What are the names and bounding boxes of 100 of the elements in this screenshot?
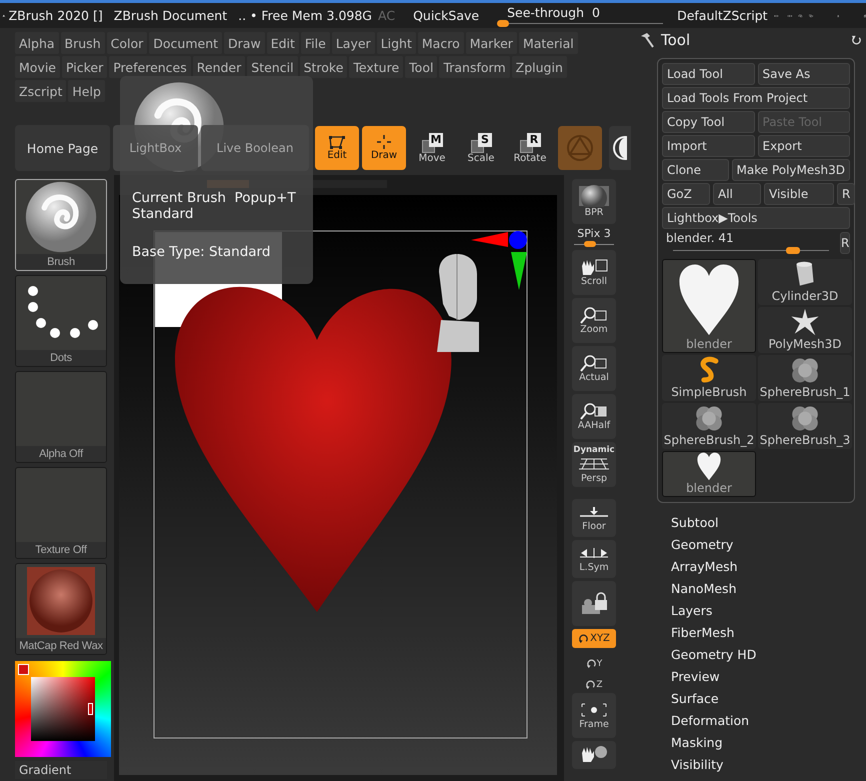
tool-button[interactable]: Load Tool bbox=[662, 63, 754, 85]
toolbar-button[interactable]: Live Boolean bbox=[201, 125, 309, 171]
section-item[interactable]: Geometry bbox=[671, 533, 866, 555]
brush-thumbnail[interactable]: Brush bbox=[15, 179, 107, 271]
menu-item[interactable]: File bbox=[300, 32, 330, 54]
tool-thumbnail[interactable]: PolyMesh3D bbox=[758, 307, 852, 353]
section-item[interactable]: Deformation bbox=[671, 709, 866, 731]
scroll-button[interactable]: Scroll bbox=[572, 250, 616, 295]
reset-button[interactable]: R bbox=[840, 232, 850, 254]
actual-button[interactable]: Actual bbox=[572, 346, 616, 391]
menu-item[interactable]: Preferences bbox=[109, 56, 191, 78]
menu-item[interactable]: Material bbox=[518, 32, 578, 54]
dots-thumbnail[interactable]: Dots bbox=[15, 275, 107, 367]
slider-thumb[interactable] bbox=[584, 241, 596, 247]
axis-rotate-button[interactable]: Z bbox=[585, 672, 603, 690]
section-item[interactable]: Layers bbox=[671, 599, 866, 621]
section-item[interactable]: NanoMesh bbox=[671, 577, 866, 599]
menu-item[interactable]: Color bbox=[106, 32, 148, 54]
menu-item[interactable]: Zscript bbox=[15, 80, 66, 102]
section-item[interactable]: Preview bbox=[671, 665, 866, 687]
slider-thumb[interactable] bbox=[497, 20, 510, 26]
picker-cursor[interactable] bbox=[88, 703, 93, 715]
menu-item[interactable]: Layer bbox=[332, 32, 375, 54]
tool-thumbnail[interactable]: SimpleBrush bbox=[662, 355, 756, 401]
matcap-thumbnail[interactable]: MatCap Red Wax bbox=[15, 563, 107, 655]
menu-item[interactable]: Texture bbox=[349, 56, 404, 78]
menu-item[interactable]: Transform bbox=[439, 56, 510, 78]
menu-item[interactable]: Help bbox=[68, 80, 105, 102]
menu-item[interactable]: Movie bbox=[15, 56, 60, 78]
tool-thumbnail[interactable]: blender bbox=[662, 451, 756, 497]
heart-model[interactable] bbox=[175, 286, 452, 612]
section-item[interactable]: Geometry HD bbox=[671, 643, 866, 665]
tool-button[interactable]: Import bbox=[662, 135, 754, 157]
tool-thumbnail[interactable]: SphereBrush_3 bbox=[758, 403, 852, 449]
menu-item[interactable]: Alpha bbox=[15, 32, 59, 54]
zoom-button[interactable]: Zoom bbox=[572, 298, 616, 343]
empty-thumbnail[interactable]: Texture Off bbox=[15, 467, 107, 559]
menu-item[interactable]: Brush bbox=[60, 32, 105, 54]
head-model[interactable] bbox=[437, 254, 479, 352]
tool-thumbnail[interactable]: blender bbox=[662, 259, 756, 353]
home-page-button[interactable]: Home Page bbox=[15, 125, 110, 171]
tool-thumbnail[interactable]: Cylinder3D bbox=[758, 259, 852, 305]
tool-button[interactable]: Save As bbox=[758, 63, 850, 85]
tool-button[interactable]: Lightbox▶Tools bbox=[662, 207, 850, 229]
menu-item[interactable]: Tool bbox=[405, 56, 438, 78]
script-button[interactable]: DefaultZScript bbox=[677, 8, 768, 23]
section-item[interactable]: Visibility bbox=[671, 753, 866, 775]
refresh-icon[interactable] bbox=[851, 34, 862, 46]
transform-button[interactable]: S Scale bbox=[458, 126, 504, 170]
tool-button[interactable]: All bbox=[713, 183, 761, 205]
tool-thumbnail[interactable]: SphereBrush_2 bbox=[662, 403, 756, 449]
lsym-button[interactable]: L.Sym bbox=[572, 540, 616, 578]
color-swatch[interactable] bbox=[18, 664, 29, 675]
tool-button[interactable]: Make PolyMesh3D bbox=[732, 159, 850, 181]
toolbar-button[interactable]: LightBox bbox=[113, 125, 198, 171]
section-item[interactable]: FiberMesh bbox=[671, 621, 866, 643]
xyz-rotate-button[interactable]: XYZ bbox=[572, 629, 616, 648]
menu-item[interactable]: Picker bbox=[62, 56, 108, 78]
tool-button[interactable]: Clone bbox=[662, 159, 729, 181]
tool-button[interactable]: Copy Tool bbox=[662, 111, 754, 133]
empty-thumbnail[interactable]: Alpha Off bbox=[15, 371, 107, 463]
section-item[interactable]: Masking bbox=[671, 731, 866, 753]
menu-item[interactable]: Render bbox=[192, 56, 246, 78]
section-item[interactable]: Surface bbox=[671, 687, 866, 709]
transform-button[interactable]: R Rotate bbox=[507, 126, 553, 170]
slider-thumb[interactable] bbox=[786, 247, 800, 254]
quicksave-button[interactable]: QuickSave bbox=[413, 8, 480, 23]
axis-rotate-button[interactable]: Y bbox=[586, 651, 602, 669]
frame-button[interactable]: Frame bbox=[572, 693, 616, 738]
menu-item[interactable]: Zplugin bbox=[512, 56, 567, 78]
menu-item[interactable]: Stencil bbox=[247, 56, 298, 78]
draw-mode-button[interactable]: Draw bbox=[362, 126, 406, 170]
transform-button[interactable]: M Move bbox=[409, 126, 455, 170]
menu-item[interactable]: Stroke bbox=[300, 56, 348, 78]
menu-item[interactable]: Marker bbox=[466, 32, 517, 54]
menu-item[interactable]: Macro bbox=[418, 32, 464, 54]
tool-button[interactable]: Export bbox=[758, 135, 850, 157]
edit-mode-button[interactable]: Edit bbox=[315, 126, 359, 170]
gradient-button[interactable]: Gradient bbox=[15, 761, 107, 779]
menu-item[interactable]: Draw bbox=[224, 32, 265, 54]
menu-item[interactable]: Light bbox=[376, 32, 416, 54]
menu-item[interactable]: Document bbox=[149, 32, 222, 54]
camera-button[interactable] bbox=[572, 581, 616, 626]
tool-button[interactable]: GoZ bbox=[662, 183, 710, 205]
axis-gizmo-icon[interactable] bbox=[471, 231, 527, 290]
sphere-button[interactable] bbox=[609, 126, 631, 170]
tool-thumbnail[interactable]: SphereBrush_1 bbox=[758, 355, 852, 401]
menu-item[interactable]: Edit bbox=[266, 32, 299, 54]
section-item[interactable]: Subtool bbox=[671, 511, 866, 533]
floor-button[interactable]: Floor bbox=[572, 499, 616, 537]
tool-button[interactable]: Load Tools From Project bbox=[662, 87, 850, 109]
handsphere-button[interactable] bbox=[572, 741, 616, 769]
tool-button[interactable]: R bbox=[837, 183, 856, 205]
bpr-button[interactable]: BPR bbox=[572, 179, 616, 224]
aahalf-button[interactable]: AAHalf bbox=[572, 394, 616, 439]
color-picker[interactable] bbox=[15, 661, 111, 757]
tool-button[interactable]: Visible bbox=[764, 183, 834, 205]
section-item[interactable]: ArrayMesh bbox=[671, 555, 866, 577]
persp-button[interactable]: Dynamic Persp bbox=[572, 442, 616, 487]
document-canvas[interactable] bbox=[114, 175, 564, 781]
